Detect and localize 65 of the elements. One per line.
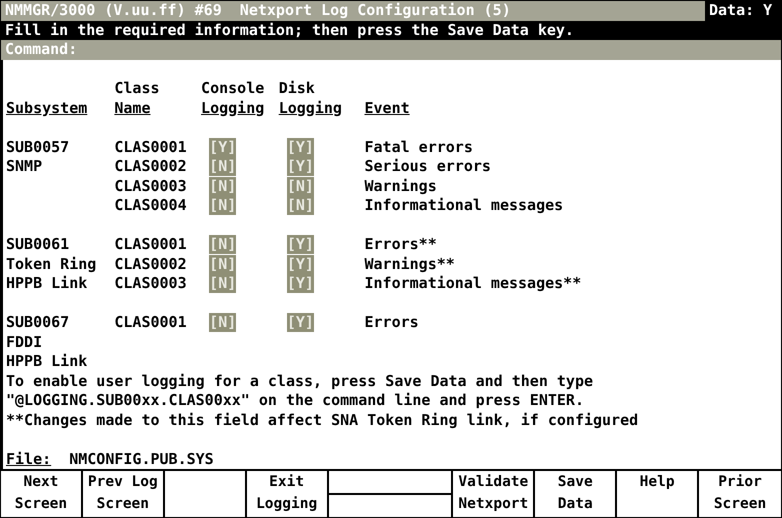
disk-logging-field[interactable]: [Y] <box>286 313 314 332</box>
class-name: CLAS0001 <box>114 138 187 156</box>
subsystem-name: Token Ring <box>6 254 98 274</box>
instruction-message: Fill in the required information; then press the Save Data key. <box>1 20 781 40</box>
event-text: Informational messages** <box>364 274 582 292</box>
class-name: CLAS0002 <box>114 157 187 175</box>
event-text: Warnings** <box>364 254 455 272</box>
note-text: To enable user logging for a class, press Save Data and then type <box>6 372 593 390</box>
disk-logging-field[interactable]: [Y] <box>286 274 314 293</box>
event-text: Informational messages <box>364 196 564 214</box>
column-header: Logging <box>201 98 266 118</box>
column-header: Logging <box>278 98 343 118</box>
column-header: Subsystem <box>6 98 88 118</box>
console-logging-field[interactable]: [N] <box>209 157 236 176</box>
column-header: Event <box>364 98 411 118</box>
function-key[interactable]: Next Screen <box>1 471 83 517</box>
disk-logging-field[interactable]: [N] <box>286 196 314 215</box>
file-name: NMCONFIG.PUB.SYS <box>69 450 214 469</box>
function-key[interactable]: Prev Log Screen <box>82 471 165 517</box>
subsystem-name: HPPB Link <box>6 352 88 372</box>
disk-logging-field[interactable]: [Y] <box>286 138 314 156</box>
event-text: Fatal errors <box>364 138 473 156</box>
subsystem-name: SUB0057 <box>6 138 70 157</box>
function-key[interactable]: Exit Logging <box>246 471 329 517</box>
event-text: Serious errors <box>364 157 491 175</box>
note-text: "@LOGGING.SUB00xx.CLAS00xx" on the command line and press ENTER. <box>6 391 584 409</box>
data-flag: Data: Y <box>705 1 781 20</box>
console-logging-field[interactable]: [N] <box>209 254 236 274</box>
column-header-top: Disk <box>278 79 316 98</box>
disk-logging-field[interactable]: [Y] <box>286 254 314 274</box>
note-text: **Changes made to this field affect SNA Token Ring link, if configured <box>6 410 638 428</box>
disk-logging-field[interactable]: [Y] <box>286 235 314 254</box>
console-logging-field[interactable]: [N] <box>209 274 236 293</box>
column-header-top: Console <box>201 79 266 98</box>
console-logging-field[interactable]: [N] <box>209 313 236 332</box>
class-name: CLAS0003 <box>114 274 187 292</box>
function-key[interactable]: Prior Screen <box>699 471 781 517</box>
window-title: NMMGR/3000 (V.uu.ff) #69 Netxport Log Configuration (5) <box>1 1 705 20</box>
event-text: Warnings <box>364 176 437 194</box>
class-name: CLAS0002 <box>114 254 187 272</box>
function-key[interactable]: Save Data <box>535 471 618 517</box>
function-key[interactable] <box>328 471 454 517</box>
subsystem-name: FDDI <box>6 332 44 352</box>
subsystem-name: SUB0067 <box>6 313 70 332</box>
class-name: CLAS0003 <box>114 176 187 194</box>
file-label: File: <box>6 450 52 469</box>
console-logging-field[interactable]: [N] <box>209 235 236 254</box>
subsystem-name: SUB0061 <box>6 235 70 254</box>
console-logging-field[interactable]: [N] <box>209 176 236 196</box>
console-logging-field[interactable]: [N] <box>209 196 236 215</box>
class-name: CLAS0004 <box>114 196 187 214</box>
disk-logging-field[interactable]: [N] <box>286 176 314 196</box>
disk-logging-field[interactable]: [Y] <box>286 157 314 176</box>
function-key[interactable]: Help <box>617 471 700 517</box>
class-name: CLAS0001 <box>114 235 187 253</box>
console-logging-field[interactable]: [Y] <box>209 138 236 156</box>
event-text: Errors** <box>364 235 437 253</box>
subsystem-name: SNMP <box>6 157 44 176</box>
command-field[interactable]: Command: <box>1 40 781 60</box>
class-name: CLAS0001 <box>114 313 187 331</box>
event-text: Errors <box>364 313 419 331</box>
function-key[interactable]: Validate Netxport <box>453 471 536 517</box>
column-header: Name <box>114 98 152 118</box>
subsystem-name: HPPB Link <box>6 274 88 294</box>
column-header-top: Class <box>114 79 161 98</box>
